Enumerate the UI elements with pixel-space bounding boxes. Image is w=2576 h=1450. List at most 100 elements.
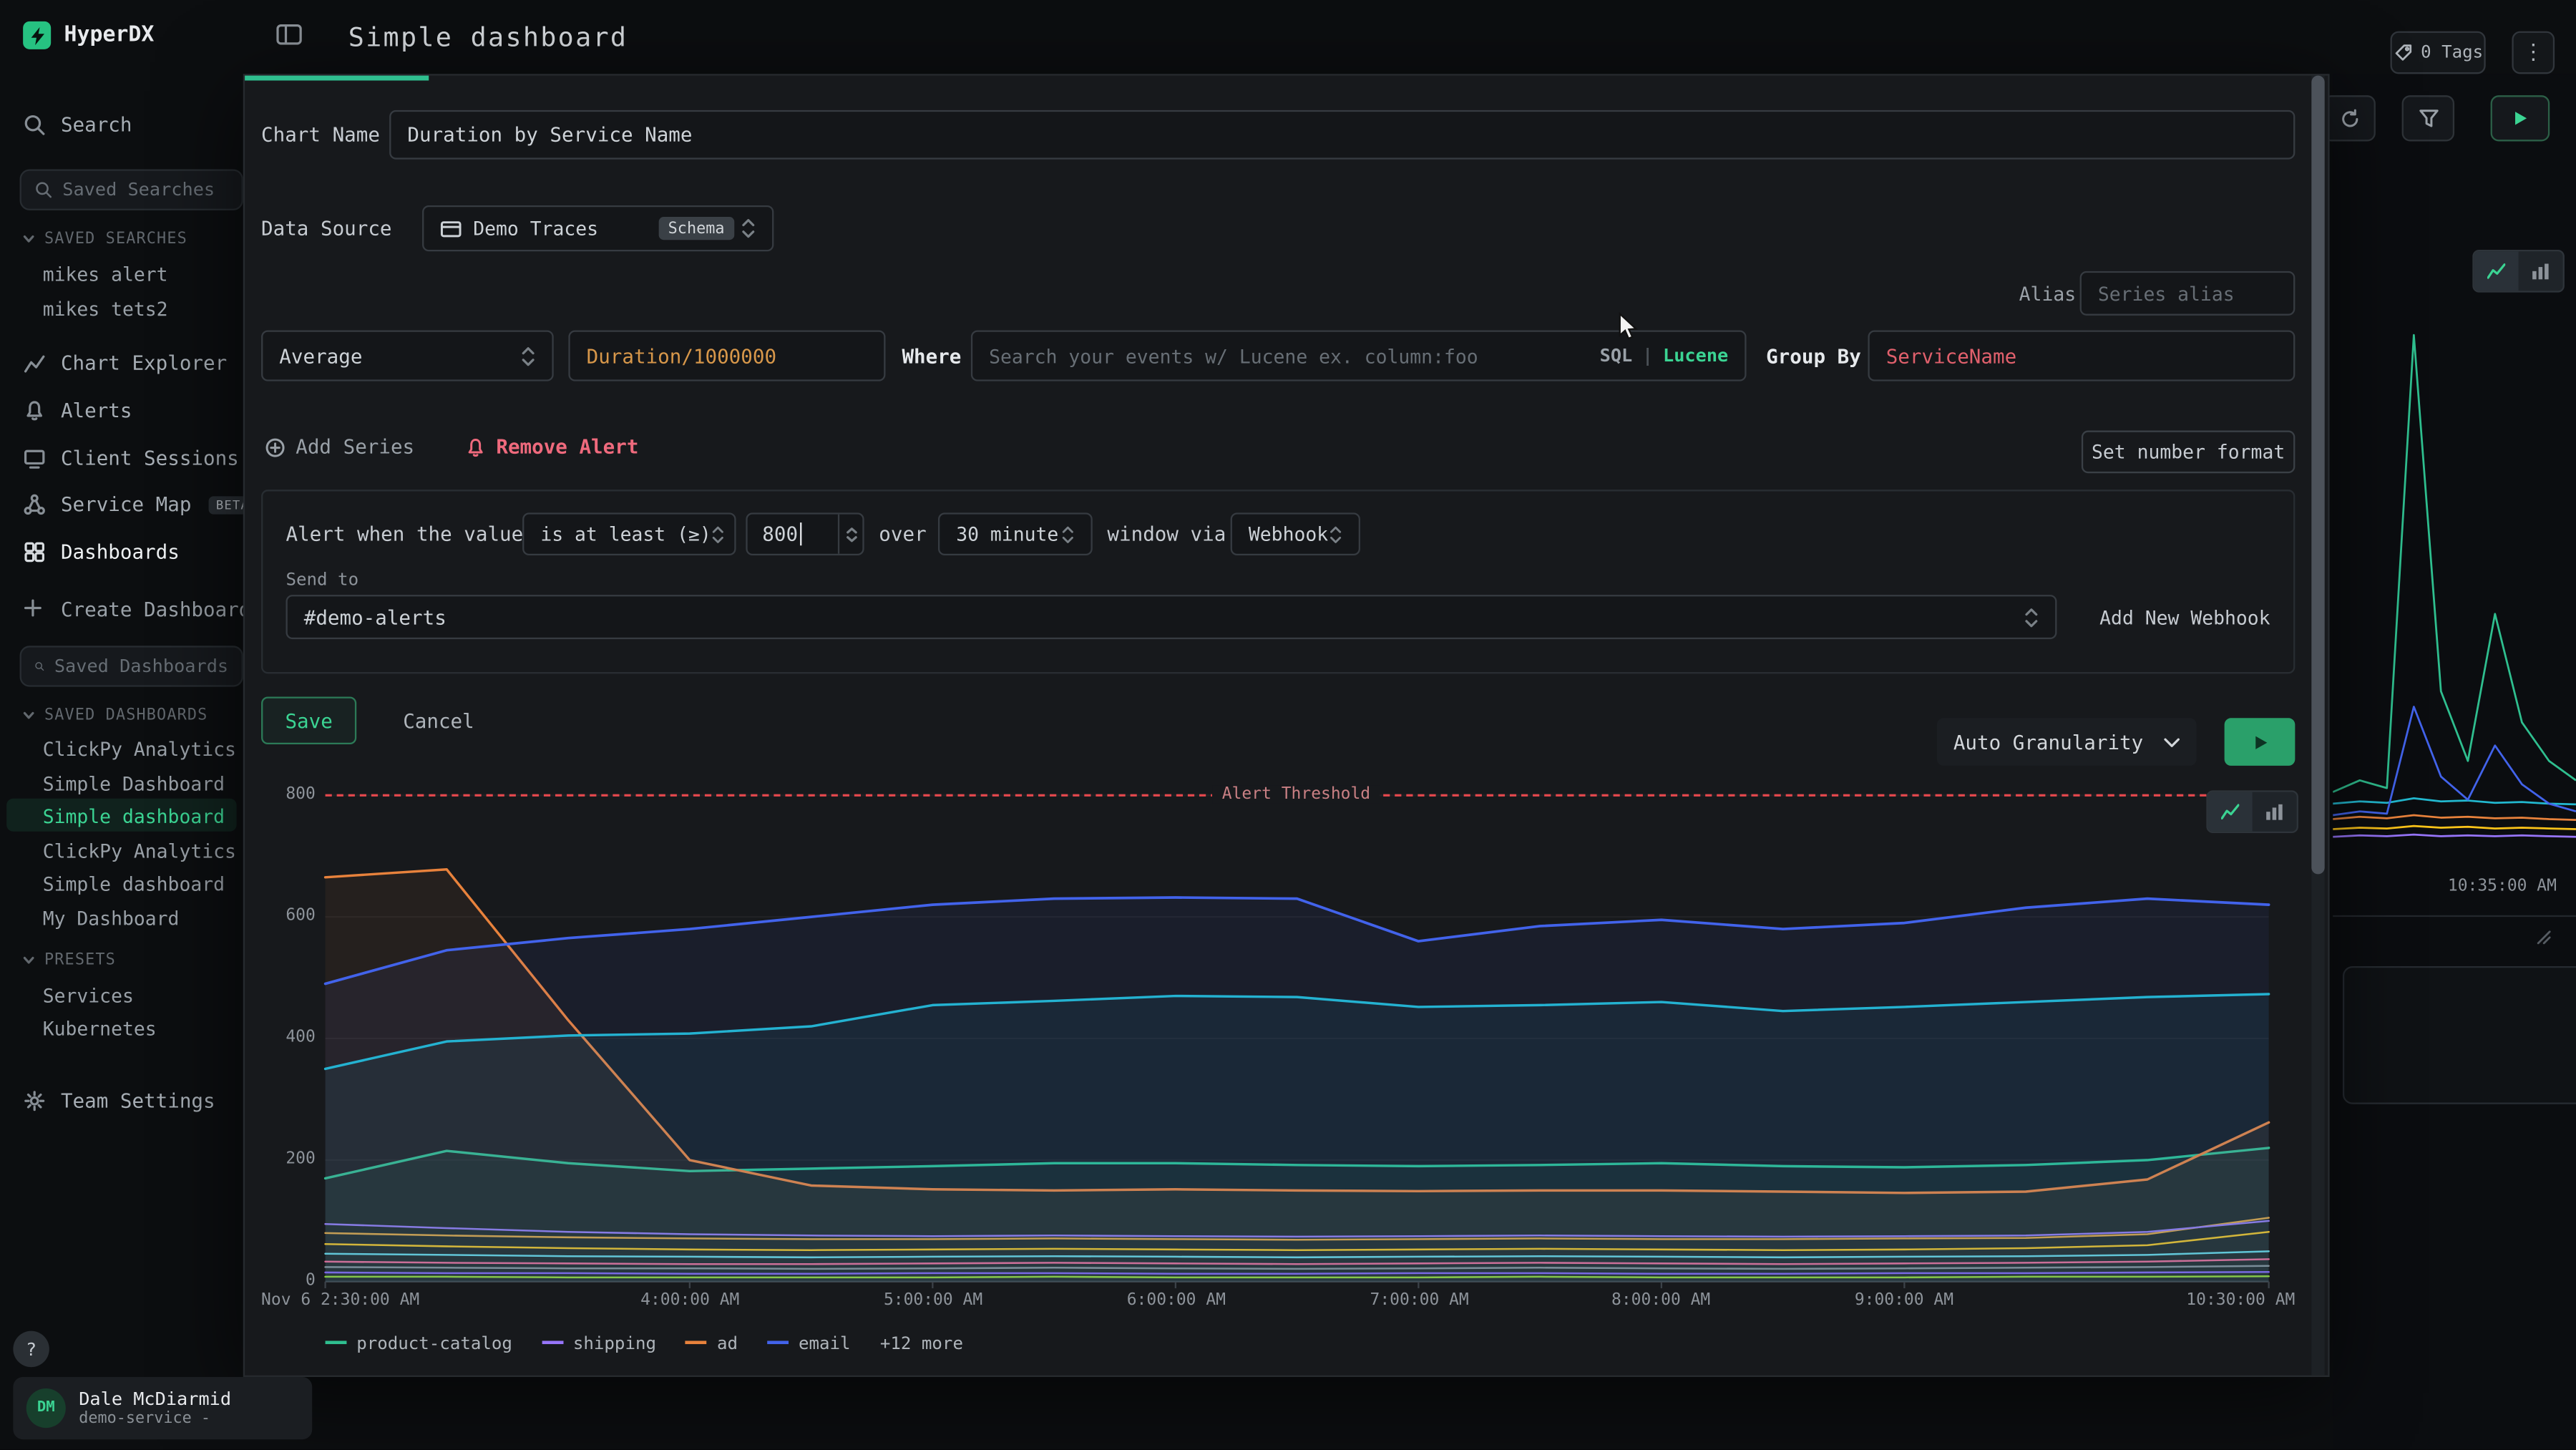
sidebar-item-chart-explorer[interactable]: Chart Explorer — [0, 344, 243, 383]
sidebar-item-label: Service Map — [61, 493, 191, 516]
saved-dashboard-item-active[interactable]: Simple dashboard — [43, 805, 225, 828]
chart-name-input[interactable]: Duration by Service Name — [389, 110, 2295, 160]
sql-mode-toggle[interactable]: SQL — [1600, 345, 1633, 366]
where-label: Where — [902, 345, 961, 368]
section-label: SAVED DASHBOARDS — [44, 706, 208, 724]
data-source-label: Data Source — [261, 217, 391, 240]
run-chart-button[interactable] — [2225, 718, 2296, 766]
help-label: ? — [26, 1338, 36, 1360]
lucene-mode-toggle[interactable]: Lucene — [1663, 345, 1728, 366]
saved-dashboard-item[interactable]: ClickPy Analytics — [43, 738, 236, 761]
page-title: Simple dashboard — [348, 21, 628, 53]
sidebar-item-label: Dashboards — [61, 540, 180, 563]
help-button[interactable]: ? — [13, 1331, 49, 1368]
chart-area: Alert Threshold 800 600 400 200 0 Nov 6 … — [261, 774, 2295, 1368]
more-options-button[interactable]: ⋮ — [2512, 31, 2555, 74]
granularity-select[interactable]: Auto Granularity — [1937, 718, 2197, 766]
legend-item[interactable]: email — [767, 1334, 850, 1354]
add-new-webhook-button[interactable]: Add New Webhook — [2099, 600, 2270, 636]
create-dashboard-button[interactable]: Create Dashboard — [0, 590, 243, 629]
filter-button[interactable] — [2402, 95, 2454, 141]
search-icon — [34, 181, 52, 199]
legend-label: product-catalog — [356, 1334, 512, 1354]
background-spark-chart[interactable] — [2333, 279, 2576, 871]
user-menu[interactable]: DM Dale McDiarmid demo-service - — [13, 1377, 312, 1439]
chart-name-value: Duration by Service Name — [407, 123, 692, 146]
aggregation-select[interactable]: Average — [261, 330, 554, 381]
legend-item[interactable]: shipping — [542, 1334, 656, 1354]
tags-button[interactable]: 0 Tags — [2391, 31, 2486, 74]
line-chart-toggle[interactable] — [2208, 792, 2253, 832]
play-icon — [2252, 734, 2268, 750]
saved-search-item[interactable]: mikes alert — [43, 263, 168, 286]
remove-alert-button[interactable]: Remove Alert — [465, 427, 639, 467]
webhook-select[interactable]: #demo-alerts — [286, 595, 2057, 639]
modal-scrollbar-thumb[interactable] — [2311, 76, 2324, 875]
sidebar-item-service-map[interactable]: Service Map BETA — [0, 485, 243, 524]
refresh-icon — [2338, 107, 2360, 129]
data-source-select[interactable]: Demo Traces Schema — [422, 205, 774, 251]
saved-dashboards-input[interactable]: Saved Dashboards — [20, 646, 243, 686]
alert-config-box: Alert when the value is at least (≥) 800… — [261, 490, 2295, 673]
cancel-button[interactable]: Cancel — [386, 696, 492, 744]
run-query-button[interactable] — [2491, 95, 2550, 141]
group-by-input[interactable]: ServiceName — [1868, 330, 2295, 381]
search-icon — [34, 657, 44, 675]
add-series-button[interactable]: Add Series — [265, 427, 415, 467]
sidebar-item-client-sessions[interactable]: Client Sessions — [0, 439, 243, 478]
preset-item[interactable]: Services — [43, 984, 134, 1007]
sidebar-item-team-settings[interactable]: Team Settings — [0, 1081, 243, 1121]
legend-item[interactable]: product-catalog — [326, 1334, 512, 1354]
chart-legend: product-catalog shipping ad email +12 mo… — [326, 1334, 963, 1354]
alert-window-value: 30 minute — [956, 522, 1058, 545]
field-expression-input[interactable]: Duration/1000000 — [568, 330, 885, 381]
modal-scrollbar-track[interactable] — [2311, 76, 2324, 1376]
saved-searches-header[interactable]: SAVED SEARCHES — [23, 230, 187, 248]
bell-icon — [23, 399, 46, 422]
chart-plot[interactable] — [261, 774, 2295, 1324]
set-number-format-button[interactable]: Set number format — [2082, 431, 2295, 474]
alias-input[interactable]: Series alias — [2080, 271, 2296, 316]
chevron-down-icon — [845, 535, 857, 541]
select-chevrons-icon — [711, 523, 724, 545]
x-axis-tick: 7:00:00 AM — [1370, 1292, 1469, 1310]
sidebar-item-label: Team Settings — [61, 1089, 215, 1112]
refresh-button[interactable] — [2323, 95, 2375, 141]
section-label: SAVED SEARCHES — [44, 230, 187, 248]
alert-channel-select[interactable]: Webhook — [1231, 512, 1360, 555]
saved-dashboard-item[interactable]: My Dashboard — [43, 907, 180, 930]
legend-swatch — [542, 1340, 563, 1344]
sidebar-item-dashboards[interactable]: Dashboards — [0, 532, 243, 572]
collapse-sidebar-icon[interactable] — [276, 23, 303, 46]
alert-window-select[interactable]: 30 minute — [938, 512, 1093, 555]
alert-threshold-input[interactable]: 800 — [746, 512, 864, 555]
saved-search-item[interactable]: mikes tets2 — [43, 298, 168, 321]
save-button[interactable]: Save — [261, 696, 356, 744]
brand-logo[interactable]: HyperDX — [23, 21, 154, 49]
preset-item[interactable]: Kubernetes — [43, 1017, 157, 1040]
resize-handle-icon[interactable] — [2537, 927, 2552, 950]
chart-type-toggle[interactable] — [2206, 790, 2298, 833]
avatar: DM — [26, 1388, 66, 1428]
threshold-stepper[interactable] — [838, 515, 862, 554]
select-chevrons-icon — [741, 217, 756, 240]
chevron-down-icon — [23, 956, 34, 964]
legend-label: +12 more — [880, 1334, 963, 1354]
background-panel — [2343, 966, 2576, 1104]
saved-searches-input[interactable]: Saved Searches — [20, 169, 243, 210]
sidebar-item-label: Client Sessions — [61, 447, 239, 469]
alert-condition-select[interactable]: is at least (≥) — [522, 512, 736, 555]
sidebar-item-alerts[interactable]: Alerts — [0, 391, 243, 430]
bar-chart-toggle[interactable] — [2253, 792, 2297, 832]
select-chevrons-icon — [2024, 605, 2039, 628]
x-axis-tick: 8:00:00 AM — [1611, 1292, 1710, 1310]
presets-header[interactable]: PRESETS — [23, 951, 116, 969]
saved-dashboard-item[interactable]: Simple Dashboard — [43, 772, 225, 795]
legend-item[interactable]: ad — [686, 1334, 738, 1354]
saved-dashboards-header[interactable]: SAVED DASHBOARDS — [23, 706, 208, 724]
sidebar-item-search[interactable]: Search — [0, 105, 243, 145]
saved-dashboard-item[interactable]: Simple dashboard — [43, 872, 225, 895]
saved-dashboard-item[interactable]: ClickPy Analytics — [43, 840, 236, 862]
legend-more-item[interactable]: +12 more — [880, 1334, 963, 1354]
mouse-cursor — [1618, 312, 1641, 341]
